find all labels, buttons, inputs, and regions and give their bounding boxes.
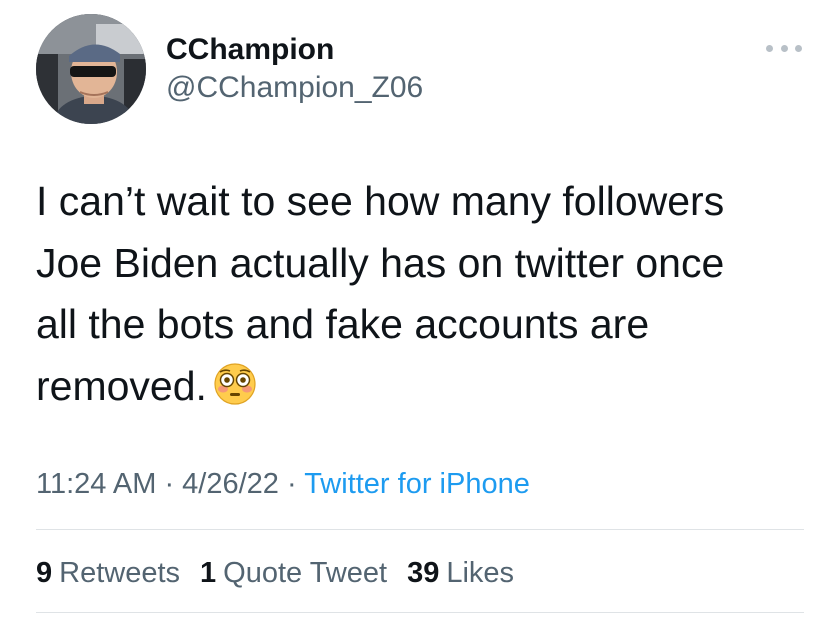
likes-label: Likes: [446, 557, 515, 589]
tweet-meta: 11:24 AM · 4/26/22 · Twitter for iPhone: [36, 466, 530, 502]
more-dot: [780, 44, 788, 52]
avatar[interactable]: [36, 14, 146, 124]
tweet-source-link[interactable]: Twitter for iPhone: [304, 468, 530, 500]
likes-stat[interactable]: 39 Likes: [407, 555, 514, 591]
retweets-count: 9: [36, 557, 53, 589]
tweet-text-body: I can’t wait to see how many followers J…: [36, 178, 725, 409]
divider: [36, 612, 804, 613]
quote-tweets-stat[interactable]: 1 Quote Tweet: [200, 555, 387, 591]
tweet-date[interactable]: 4/26/22: [182, 468, 279, 500]
divider: [36, 529, 804, 530]
tweet-card: CChampion @CChampion_Z06 I can’t wait to…: [0, 0, 840, 638]
tweet-text: I can’t wait to see how many followers J…: [36, 171, 826, 417]
author-handle[interactable]: @CChampion_Z06: [166, 70, 423, 106]
retweets-label: Retweets: [59, 557, 181, 589]
more-dot: [795, 44, 802, 52]
avatar-photo: [36, 14, 146, 124]
meta-separator: ·: [278, 468, 305, 500]
engagement-stats: 9 Retweets 1 Quote Tweet 39 Likes: [36, 555, 534, 591]
retweets-stat[interactable]: 9 Retweets: [36, 555, 180, 591]
quotes-count: 1: [200, 557, 217, 589]
flushed-face-emoji-icon: [214, 362, 256, 405]
quotes-label: Quote Tweet: [223, 557, 388, 589]
likes-count: 39: [407, 557, 440, 589]
meta-separator: ·: [156, 468, 183, 500]
more-dot: [766, 44, 773, 52]
author-display-name[interactable]: CChampion: [166, 32, 334, 68]
more-options-icon[interactable]: [766, 36, 802, 60]
tweet-time[interactable]: 11:24 AM: [36, 468, 156, 500]
